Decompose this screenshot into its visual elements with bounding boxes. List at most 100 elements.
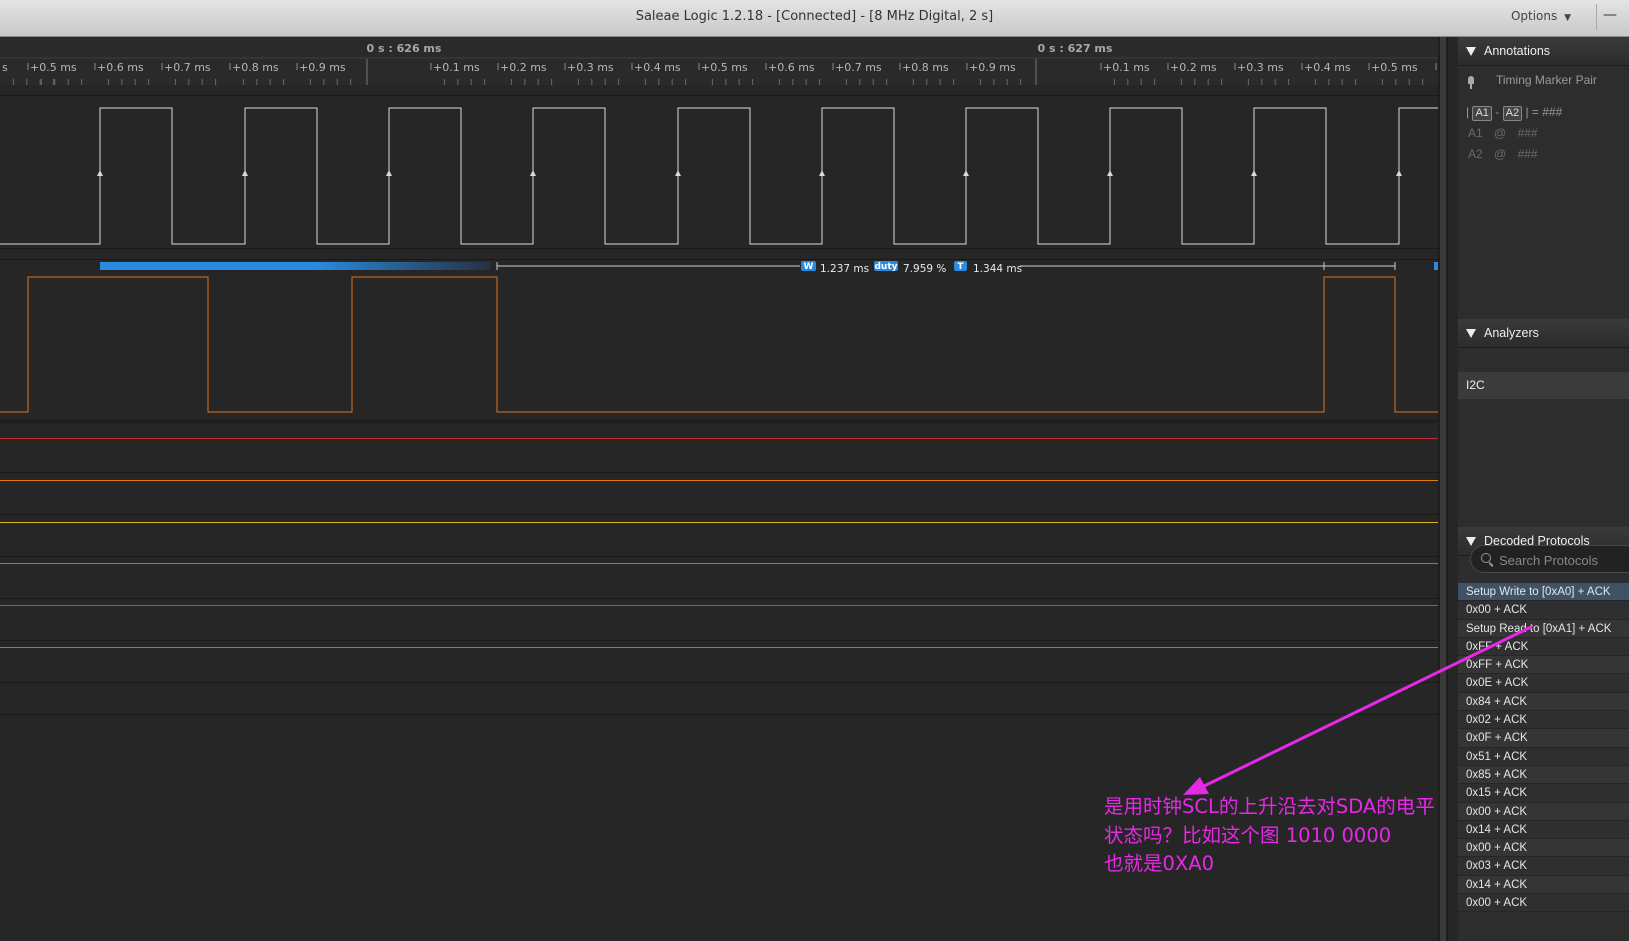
minor-time-label: +0.1 ms <box>433 61 480 74</box>
note-line-3: 也就是0XA0 <box>1104 852 1215 875</box>
a1-marker-tag[interactable]: A1 <box>1472 106 1492 121</box>
a2-marker-tag[interactable]: A2 <box>1502 106 1523 121</box>
minor-time-label: +0.7 ms <box>164 61 211 74</box>
a2-value: ### <box>1517 147 1538 161</box>
rising-edge-arrow-icon <box>97 170 103 176</box>
chevron-down-icon: ▼ <box>1564 13 1571 23</box>
decoded-protocol-row[interactable]: 0x00 + ACK <box>1458 802 1629 821</box>
minor-time-label: +0.4 ms <box>634 61 681 74</box>
pin-icon <box>1468 76 1474 89</box>
minor-time-label: s <box>2 61 8 74</box>
decoded-protocol-row[interactable]: 0x00 + ACK <box>1458 894 1629 913</box>
analyzers-header[interactable]: Analyzers <box>1458 319 1629 348</box>
note-line-1: 是用时钟SCL的上升沿去对SDA的电平 <box>1104 795 1435 818</box>
decoded-protocol-row[interactable]: 0x51 + ACK <box>1458 747 1629 766</box>
minor-time-label: +0.8 ms <box>232 61 279 74</box>
duty-tag: duty <box>874 262 897 272</box>
annotations-title: Annotations <box>1484 44 1551 58</box>
major-time-label: 0 s : 627 ms <box>1038 42 1113 55</box>
minor-time-label: +0.5 ms <box>30 61 77 74</box>
app-window: Saleae Logic 1.2.18 - [Connected] - [8 M… <box>0 0 1629 941</box>
period-value: 1.344 ms <box>973 263 1022 275</box>
a2-label: A2 <box>1468 147 1483 161</box>
rising-edge-arrow-icon <box>1107 170 1113 176</box>
width-tag: W <box>804 262 814 272</box>
decoded-protocol-row[interactable]: 0x0F + ACK <box>1458 729 1629 748</box>
rising-edge-arrow-icon <box>675 170 681 176</box>
a1-value: ### <box>1517 126 1538 140</box>
major-time-label: 0 s : 626 ms <box>367 42 442 55</box>
decoded-protocol-row[interactable]: 0xFF + ACK <box>1458 637 1629 657</box>
title-bar: Saleae Logic 1.2.18 - [Connected] - [8 M… <box>0 0 1629 37</box>
decoded-protocol-row[interactable]: 0x03 + ACK <box>1458 857 1629 876</box>
rising-edge-arrow-icon <box>819 170 825 176</box>
pipe-separator: | <box>1466 105 1470 119</box>
marker-difference-row: | A1 - A2 | = ### <box>1466 105 1629 121</box>
a2-position-row: A2 @ ### <box>1468 147 1629 163</box>
minor-time-label: +0.5 ms <box>701 61 748 74</box>
analyzers-title: Analyzers <box>1484 326 1539 340</box>
a1-position-row: A1 @ ### <box>1468 126 1629 142</box>
options-label: Options <box>1510 9 1558 23</box>
rising-edge-arrow-icon <box>530 170 536 176</box>
scl-clock-waveform[interactable] <box>0 107 1448 245</box>
search-box[interactable] <box>1470 545 1629 573</box>
minor-time-label: +0.8 ms <box>902 61 949 74</box>
collapse-triangle-icon <box>1466 329 1476 338</box>
minor-time-label: +0.9 ms <box>299 61 346 74</box>
sda-data-waveform[interactable] <box>0 276 1448 413</box>
minor-time-label: +0.3 ms <box>567 61 614 74</box>
collapse-triangle-icon <box>1466 47 1476 56</box>
rising-edge-arrow-icon <box>963 170 969 176</box>
decoded-protocol-row[interactable]: 0xFF + ACK <box>1458 656 1629 675</box>
minor-time-label: +0.9 ms <box>969 61 1016 74</box>
a1-label: A1 <box>1468 126 1483 140</box>
minor-time-label: +0.5 ms <box>1371 61 1418 74</box>
decoded-protocol-row[interactable]: 0x00 + ACK <box>1458 839 1629 858</box>
decoded-protocol-row[interactable]: 0x15 + ACK <box>1458 784 1629 803</box>
pipe-separator-2: | <box>1525 105 1529 119</box>
minor-time-label: +0.6 ms <box>768 61 815 74</box>
minor-time-label: +0.4 ms <box>1304 61 1351 74</box>
minor-time-label: +0.6 ms <box>97 61 144 74</box>
width-value: 1.237 ms <box>820 263 869 275</box>
a2-at: @ <box>1494 147 1507 161</box>
timing-marker-pair-label: Timing Marker Pair <box>1496 73 1597 87</box>
analyzer-item-i2c[interactable]: I2C <box>1458 372 1629 399</box>
window-title: Saleae Logic 1.2.18 - [Connected] - [8 M… <box>635 9 994 24</box>
decoded-protocols-list: Setup Write to [0xA0] + ACK 0x00 + ACK Set… <box>1458 583 1629 913</box>
rising-edge-arrow-icon <box>1396 170 1402 176</box>
minor-time-label: +0.3 ms <box>1237 61 1284 74</box>
minor-time-label: +0.2 ms <box>1170 61 1217 74</box>
waveform-scrollbar[interactable] <box>1440 37 1446 941</box>
side-panel: Annotations Timing Marker Pair | A1 - A2… <box>1458 37 1629 941</box>
period-tag: T <box>957 262 964 272</box>
decoded-protocol-row[interactable]: 0x14 + ACK <box>1458 820 1629 840</box>
rising-edge-arrow-icon <box>386 170 392 176</box>
rising-edge-arrow-icon <box>242 170 248 176</box>
difference-value: = ### <box>1531 105 1563 119</box>
rising-edge-arrow-icon <box>1251 170 1257 176</box>
note-line-2: 状态吗？比如这个图 1010 0000 <box>1104 823 1392 847</box>
minor-time-label: +0.1 ms <box>1103 61 1150 74</box>
a1-at: @ <box>1494 126 1507 140</box>
annotations-header[interactable]: Annotations <box>1458 37 1629 66</box>
decoded-protocol-row[interactable]: 0x84 + ACK <box>1458 692 1629 712</box>
timing-marker-pair[interactable]: Timing Marker Pair <box>1458 73 1629 89</box>
minor-time-label: +0.2 ms <box>500 61 547 74</box>
search-protocols-input[interactable] <box>1497 550 1629 570</box>
duty-value: 7.959 % <box>903 263 946 275</box>
decoded-protocol-row[interactable]: Setup Write to [0xA0] + ACK <box>1458 583 1629 602</box>
options-button[interactable]: Options ▼ <box>1511 9 1571 23</box>
minor-time-label: +0.7 ms <box>835 61 882 74</box>
decoded-protocol-row[interactable]: 0x00 + ACK <box>1458 601 1629 620</box>
pulse-width-highlight <box>100 262 490 270</box>
decoded-protocol-row[interactable]: 0x14 + ACK <box>1458 875 1629 895</box>
minimize-button[interactable]: — <box>1596 4 1623 30</box>
channel-gap <box>0 85 1448 95</box>
decoded-protocol-row[interactable]: 0x02 + ACK <box>1458 711 1629 730</box>
decoded-protocol-row[interactable]: 0x85 + ACK <box>1458 765 1629 785</box>
search-icon <box>1481 553 1491 563</box>
decoded-protocol-row[interactable]: Setup Read to [0xA1] + ACK <box>1458 619 1629 638</box>
decoded-protocol-row[interactable]: 0x0E + ACK <box>1458 674 1629 693</box>
